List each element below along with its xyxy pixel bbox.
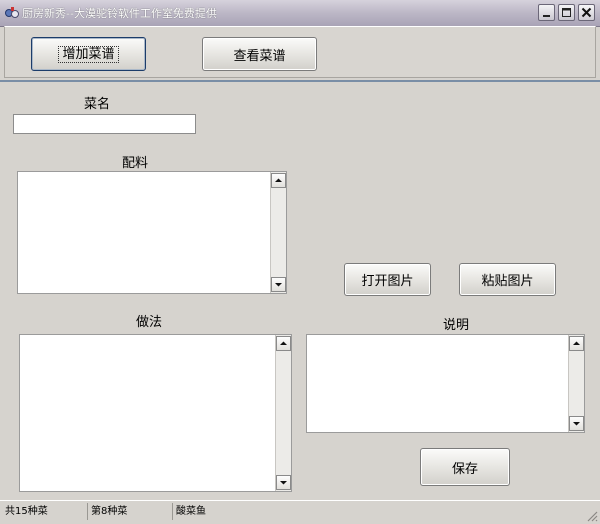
description-label: 说明 xyxy=(443,318,470,333)
method-label: 做法 xyxy=(136,315,163,330)
scroll-down-button[interactable] xyxy=(271,277,286,292)
description-scrollbar[interactable] xyxy=(568,335,584,432)
ingredients-label: 配料 xyxy=(122,156,149,171)
resize-grip-icon[interactable] xyxy=(586,510,598,522)
dish-name-input[interactable] xyxy=(13,114,196,134)
open-image-button[interactable]: 打开图片 xyxy=(344,263,431,296)
scroll-down-arrow-icon xyxy=(275,283,282,287)
add-recipe-label: 增加菜谱 xyxy=(58,45,119,63)
minimize-icon xyxy=(543,15,550,17)
scroll-up-arrow-icon xyxy=(275,178,282,182)
view-recipe-button[interactable]: 查看菜谱 xyxy=(202,37,317,71)
open-image-label: 打开图片 xyxy=(361,274,414,289)
method-textarea[interactable] xyxy=(19,334,292,492)
app-icon xyxy=(5,7,19,18)
view-recipe-label: 查看菜谱 xyxy=(233,48,286,64)
scroll-up-button[interactable] xyxy=(276,336,291,351)
scroll-down-button[interactable] xyxy=(569,416,584,431)
status-bar: 共15种菜 第8种菜 酸菜鱼 xyxy=(0,500,600,524)
scroll-down-arrow-icon xyxy=(280,481,287,485)
title-bar[interactable]: 厨房新秀--大漠驼铃软件工作室免费提供 xyxy=(0,0,600,27)
status-total: 共15种菜 xyxy=(2,503,88,520)
ingredients-scrollbar[interactable] xyxy=(270,172,286,293)
status-dish: 酸菜鱼 xyxy=(176,506,206,517)
ingredients-textarea[interactable] xyxy=(17,171,287,294)
close-button[interactable] xyxy=(578,4,595,21)
scroll-up-arrow-icon xyxy=(573,341,580,345)
maximize-button[interactable] xyxy=(558,4,575,21)
scroll-up-button[interactable] xyxy=(271,173,286,188)
scroll-down-arrow-icon xyxy=(573,422,580,426)
minimize-button[interactable] xyxy=(538,4,555,21)
method-scrollbar[interactable] xyxy=(275,335,291,491)
scroll-down-button[interactable] xyxy=(276,475,291,490)
scroll-up-arrow-icon xyxy=(280,341,287,345)
close-icon xyxy=(581,7,592,18)
paste-image-button[interactable]: 粘贴图片 xyxy=(459,263,556,296)
window-title: 厨房新秀--大漠驼铃软件工作室免费提供 xyxy=(22,7,217,20)
paste-image-label: 粘贴图片 xyxy=(481,274,534,289)
maximize-icon xyxy=(562,8,571,17)
status-current: 第8种菜 xyxy=(88,503,173,520)
save-label: 保存 xyxy=(451,461,478,477)
toolbar-separator xyxy=(0,80,600,82)
add-recipe-button[interactable]: 增加菜谱 xyxy=(31,37,146,71)
save-button[interactable]: 保存 xyxy=(420,448,510,486)
scroll-up-button[interactable] xyxy=(569,336,584,351)
description-textarea[interactable] xyxy=(306,334,585,433)
dish-name-label: 菜名 xyxy=(84,97,111,112)
